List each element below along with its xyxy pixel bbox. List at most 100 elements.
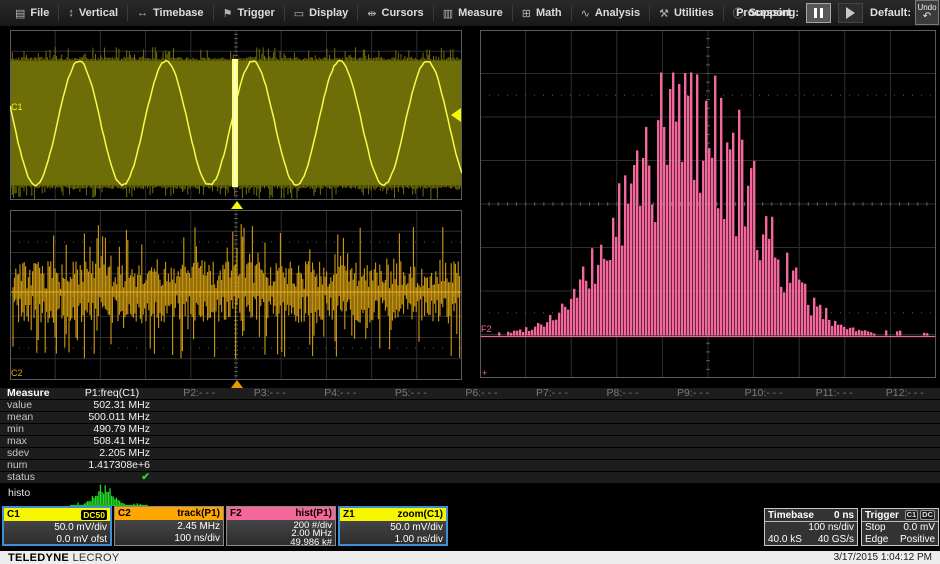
trigger-box[interactable]: Trigger C1 DC Stop 0.0 mV Edge Positive	[861, 508, 939, 546]
sample-count: 40.0 kS	[768, 534, 802, 546]
channel-id: C1	[7, 509, 20, 520]
coupling-badge: DC50	[81, 510, 107, 520]
c1-zoom-waveform-panel[interactable]: C1	[10, 30, 462, 200]
trigger-slope: Positive	[900, 534, 935, 546]
row-label: sdev	[0, 448, 60, 459]
descriptor-box-c1[interactable]: C1 DC50 50.0 mV/div 0.0 mV ofst	[2, 506, 112, 546]
svg-text:F2: F2	[481, 324, 492, 334]
menu-item-label: Cursors	[382, 7, 424, 19]
channel-id: C2	[118, 508, 131, 519]
descriptor-box-z1[interactable]: Z1 zoom(C1) 50.0 mV/div 1.00 ns/div	[338, 506, 448, 546]
measure-col-p2[interactable]: P2:- - -	[164, 388, 235, 399]
ruler-icon: ▥	[443, 7, 453, 20]
channel-id: F2	[230, 508, 242, 519]
p1-value: 502.31 MHz	[60, 400, 164, 411]
play-icon	[846, 7, 855, 19]
trigger-mode-row: Stop 0.0 mV	[862, 522, 938, 534]
measure-header-title: Measure	[0, 388, 60, 399]
measure-col-p12[interactable]: P12:- - -	[869, 388, 940, 399]
menu-item-label: Display	[309, 7, 348, 19]
svg-text:C1: C1	[11, 102, 23, 112]
timebase-box[interactable]: Timebase 0 ns 100 ns/div 40.0 kS 40 GS/s	[764, 508, 858, 546]
trigger-position-marker-c2[interactable]	[231, 380, 243, 388]
waveform-chart-icon: ∿	[581, 7, 590, 20]
processing-label: Processing:	[736, 7, 799, 19]
timebase-offset: 0 ns	[834, 510, 854, 521]
menu-item-label: File	[30, 7, 49, 19]
menu-item-analysis[interactable]: ∿ Analysis	[571, 5, 649, 21]
menu-item-label: Trigger	[237, 7, 274, 19]
measure-col-p8[interactable]: P8:- - -	[587, 388, 658, 399]
measure-col-p3[interactable]: P3:- - -	[235, 388, 306, 399]
measure-col-p6[interactable]: P6:- - -	[446, 388, 517, 399]
measure-col-p7[interactable]: P7:- - -	[517, 388, 588, 399]
descriptor-header: Z1 zoom(C1)	[340, 508, 446, 521]
histo-thumbnail	[70, 483, 148, 506]
descriptor-box-f2[interactable]: F2 hist(P1) 200 #/div 2.00 MHz 49.986 k#	[226, 506, 336, 546]
population-count: 49.986 k#	[227, 539, 332, 547]
measure-col-p11[interactable]: P11:- - -	[799, 388, 870, 399]
menu-item-file[interactable]: ▤ File	[6, 5, 58, 21]
measure-row-value: value 502.31 MHz	[0, 400, 940, 411]
f2-histogram-panel[interactable]: F2 +	[480, 30, 936, 378]
c2-track-waveform-panel[interactable]: C2	[10, 210, 462, 380]
svg-text:C2: C2	[11, 368, 23, 378]
measure-table: Measure P1:freq(C1) P2:- - - P3:- - - P4…	[0, 388, 940, 484]
menu-item-math[interactable]: ⊞ Math	[512, 5, 571, 21]
measure-row-min: min 490.79 MHz	[0, 424, 940, 435]
vdiv-value: 50.0 mV/div	[4, 522, 107, 534]
menu-item-timebase[interactable]: ↔ Timebase	[127, 5, 213, 21]
svg-text:+: +	[482, 368, 487, 378]
timebase-title: Timebase	[768, 510, 814, 521]
menu-item-label: Analysis	[595, 7, 640, 19]
menu-item-measure[interactable]: ▥ Measure	[433, 5, 512, 21]
menu-item-vertical[interactable]: ↕ Vertical	[58, 5, 127, 21]
oscilloscope-screen: ▤ File ↕ Vertical ↔ Timebase ⚑ Trigger ▭…	[0, 0, 940, 564]
undo-button[interactable]: Undo ↶	[915, 0, 939, 25]
menu-item-label: Utilities	[674, 7, 714, 19]
measure-row-mean: mean 500.011 MHz	[0, 412, 940, 423]
channel-id: Z1	[343, 509, 355, 520]
vertical-arrows-icon: ↕	[68, 7, 74, 19]
brand-lecroy: LECROY	[72, 552, 119, 564]
measure-col-p4[interactable]: P4:- - -	[305, 388, 376, 399]
row-label: num	[0, 460, 60, 471]
menu-item-display[interactable]: ▭ Display	[284, 5, 358, 21]
measure-row-max: max 508.41 MHz	[0, 436, 940, 447]
menu-item-cursors[interactable]: ⇹ Cursors	[357, 5, 432, 21]
descriptor-box-c2[interactable]: C2 track(P1) 2.45 MHz 100 ns/div	[114, 506, 224, 546]
measure-col-p10[interactable]: P10:- - -	[728, 388, 799, 399]
histo-row-label: histo	[8, 487, 30, 499]
descriptor-body: 2.45 MHz 100 ns/div	[115, 520, 223, 544]
processing-controls: Processing: Default:	[736, 0, 911, 26]
cursors-icon: ⇹	[367, 7, 376, 20]
measure-col-p9[interactable]: P9:- - -	[658, 388, 729, 399]
vdiv-value: 50.0 mV/div	[340, 522, 443, 534]
horizontal-arrows-icon: ↔	[137, 7, 148, 19]
p1-max: 508.41 MHz	[60, 436, 164, 447]
offset-value: 0.0 mV ofst	[4, 534, 107, 546]
p1-sdev: 2.205 MHz	[60, 448, 164, 459]
measure-col-p5[interactable]: P5:- - -	[376, 388, 447, 399]
tdiv-value: 100 ns/div	[115, 533, 220, 545]
menu-item-trigger[interactable]: ⚑ Trigger	[213, 5, 284, 21]
menu-item-label: Math	[536, 7, 562, 19]
trigger-position-marker-c1[interactable]	[231, 201, 243, 209]
play-button[interactable]	[838, 3, 863, 23]
channel-title: zoom(C1)	[397, 509, 443, 520]
timebase-header: Timebase 0 ns	[765, 509, 857, 522]
measure-col-p1[interactable]: P1:freq(C1)	[60, 388, 164, 399]
channel-title: hist(P1)	[295, 508, 332, 519]
pause-icon	[820, 8, 823, 18]
measure-row-sdev: sdev 2.205 MHz	[0, 448, 940, 459]
pause-button[interactable]	[806, 3, 831, 23]
descriptor-header: C2 track(P1)	[115, 507, 223, 520]
measure-row-num: num 1.417308e+6	[0, 460, 940, 471]
measure-row-status: status ✔	[0, 472, 940, 483]
descriptor-body: 50.0 mV/div 1.00 ns/div	[340, 521, 446, 545]
menu-item-utilities[interactable]: ⚒ Utilities	[649, 5, 723, 21]
file-icon: ▤	[15, 7, 25, 20]
channel-title: track(P1)	[177, 508, 220, 519]
trigger-source-badge: C1	[905, 510, 919, 520]
trigger-title: Trigger	[865, 510, 899, 521]
